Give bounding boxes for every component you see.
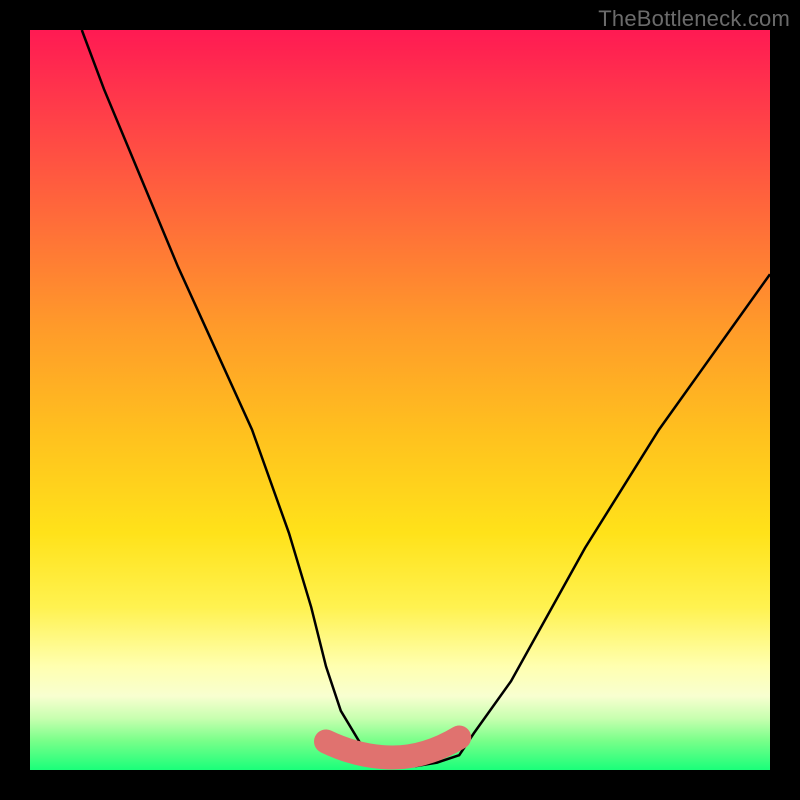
valley-marker (326, 738, 459, 758)
watermark-text: TheBottleneck.com (598, 6, 790, 32)
bottleneck-curve (30, 30, 770, 770)
plot-area (30, 30, 770, 770)
chart-frame: TheBottleneck.com (0, 0, 800, 800)
curve-line (82, 30, 770, 766)
